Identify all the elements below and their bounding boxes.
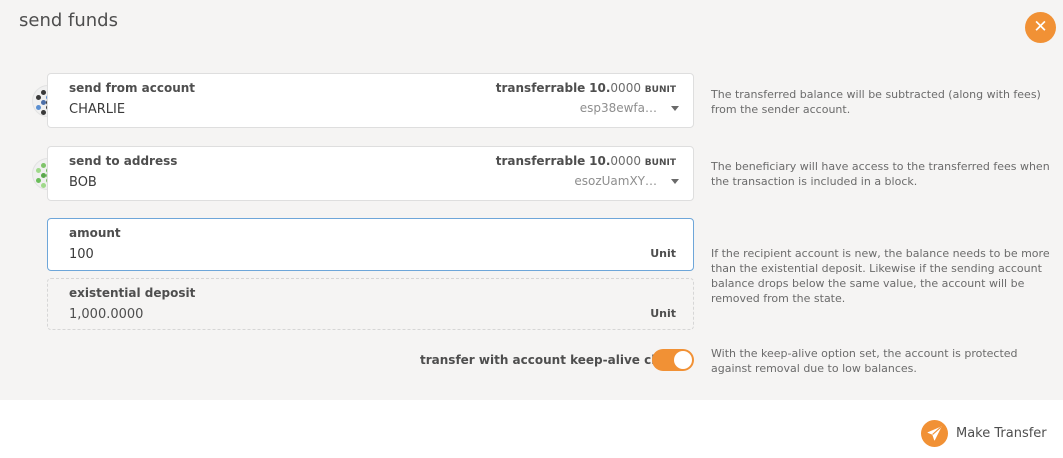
existential-deposit-value: 1,000.0000 (69, 307, 144, 322)
identicon-dot (41, 90, 46, 95)
send-to-help: The beneficiary will have access to the … (711, 160, 1050, 188)
recipient-transferrable: transferrable 10.0000 BUNIT (496, 154, 676, 168)
recipient-address: esozUamXY… (574, 174, 657, 188)
amount-input[interactable]: amount 100 Unit (47, 218, 694, 271)
keep-alive-help: With the keep-alive option set, the acco… (711, 347, 1018, 375)
balance-integer: 10. (589, 81, 611, 95)
amount-value[interactable]: 100 (69, 247, 94, 262)
transferrable-label: transferrable (495, 81, 586, 95)
recipient-account-name: BOB (69, 175, 97, 190)
balance-integer: 10. (589, 154, 611, 168)
sender-transferrable: transferrable 10.0000 BUNIT (496, 81, 676, 95)
existential-deposit-label: existential deposit (69, 286, 196, 300)
chevron-down-icon[interactable] (671, 106, 679, 111)
amount-label: amount (69, 226, 121, 240)
make-transfer-button[interactable]: Make Transfer (921, 418, 1047, 448)
identicon-dot (36, 168, 41, 173)
modal-title: send funds (19, 10, 118, 31)
amount-help: If the recipient account is new, the bal… (711, 247, 1050, 305)
send-from-label: send from account (69, 81, 196, 95)
close-icon: ✕ (1033, 17, 1048, 37)
modal-body: send funds ✕ send from account CHARLIE t… (0, 0, 1063, 400)
chevron-down-icon[interactable] (671, 179, 679, 184)
balance-unit: BUNIT (644, 85, 676, 95)
sender-address: esp38ewfa… (579, 101, 657, 115)
sender-account-name: CHARLIE (69, 102, 126, 117)
make-transfer-label: Make Transfer (956, 425, 1047, 441)
identicon-dot (36, 105, 41, 110)
balance-unit: BUNIT (644, 158, 676, 168)
identicon-dot (36, 178, 41, 183)
existential-deposit-unit: Unit (650, 307, 676, 320)
transferrable-label: transferrable (495, 154, 586, 168)
identicon-dot (36, 95, 41, 100)
identicon-dot (41, 163, 46, 168)
keep-alive-label: transfer with account keep-alive checks (420, 353, 691, 367)
amount-unit[interactable]: Unit (650, 247, 676, 260)
identicon-dot (41, 183, 46, 188)
send-to-address-field[interactable]: send to address BOB transferrable 10.000… (47, 146, 694, 201)
keep-alive-toggle[interactable] (652, 349, 694, 371)
send-to-label: send to address (69, 154, 178, 168)
toggle-knob (674, 351, 692, 369)
paper-plane-icon (921, 419, 948, 447)
close-button[interactable]: ✕ (1025, 12, 1056, 43)
balance-decimals: 0000 (610, 154, 641, 168)
balance-decimals: 0000 (610, 81, 641, 95)
send-from-account-field[interactable]: send from account CHARLIE transferrable … (47, 73, 694, 128)
existential-deposit-field: existential deposit 1,000.0000 Unit (47, 278, 694, 330)
send-from-help: The transferred balance will be subtract… (711, 88, 1041, 116)
identicon-dot (41, 110, 46, 115)
